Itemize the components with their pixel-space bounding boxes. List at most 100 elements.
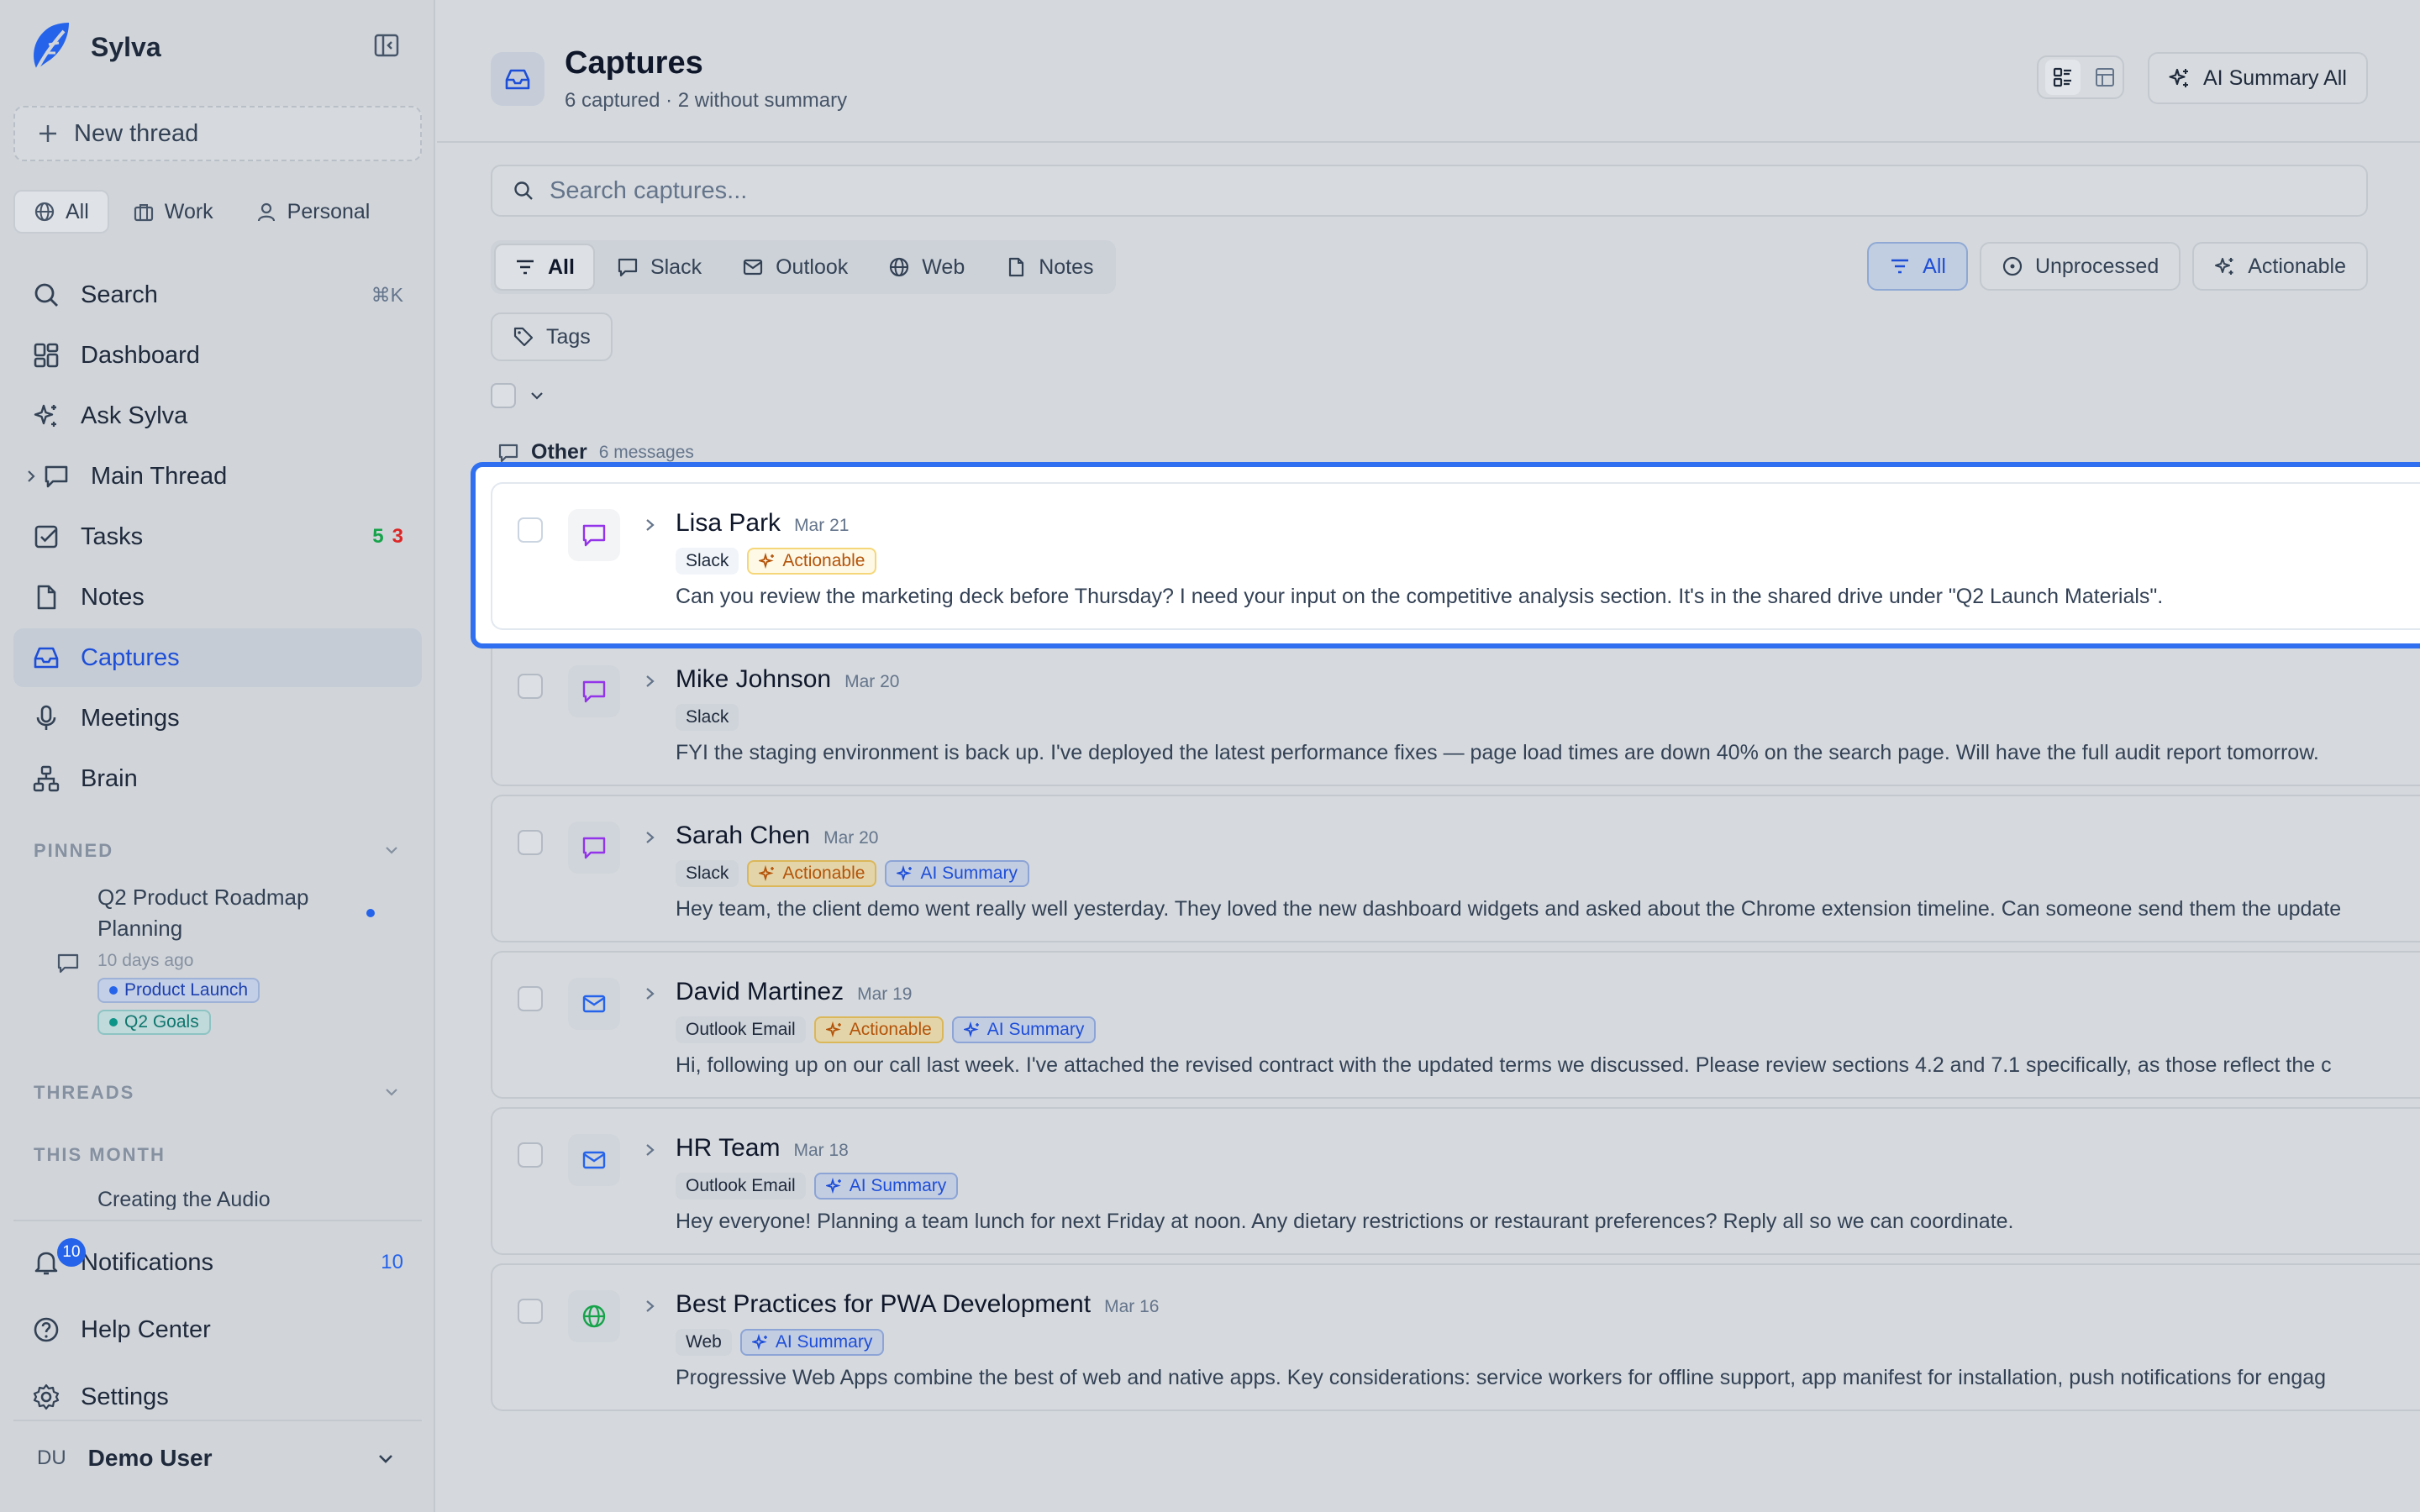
filter-source-web[interactable]: Web xyxy=(870,244,983,291)
tags-filter-button[interactable]: Tags xyxy=(491,312,613,361)
nav-help-center[interactable]: Help Center xyxy=(13,1297,422,1362)
scope-all[interactable]: All xyxy=(13,190,109,234)
select-all-checkbox[interactable] xyxy=(491,383,516,408)
ai-summary-badge: AI Summary xyxy=(739,1329,885,1356)
filter-state-actionable[interactable]: Actionable xyxy=(2192,242,2368,291)
list-item[interactable]: Best Practices for PWA Development Mar 16… xyxy=(491,1263,2420,1411)
tag-q2-goals[interactable]: Q2 Goals xyxy=(97,1010,211,1035)
filter-state-all[interactable]: All xyxy=(1867,242,1968,291)
scope-personal[interactable]: Personal xyxy=(237,190,389,234)
filter-source-slack[interactable]: Slack xyxy=(598,244,720,291)
bottom-nav: 10 Notifications 10 Help Center Settings xyxy=(13,1220,422,1431)
capture-badges: Outlook Email Actionable AI Summary xyxy=(676,1016,1097,1043)
nav-label: Notifications xyxy=(81,1248,213,1276)
filter-source-notes[interactable]: Notes xyxy=(986,244,1112,291)
filter-source-all[interactable]: All xyxy=(494,244,595,291)
nav-meetings[interactable]: Meetings xyxy=(13,689,422,748)
row-checkbox[interactable] xyxy=(518,517,543,543)
new-thread-button[interactable]: New thread xyxy=(13,106,422,161)
nav-label: Ask Sylva xyxy=(81,402,188,429)
chevron-right-icon[interactable] xyxy=(644,672,657,690)
capture-sender: Mike Johnson xyxy=(676,665,832,693)
user-menu[interactable]: DU Demo User xyxy=(13,1420,422,1495)
ai-summary-badge: AI Summary xyxy=(885,860,1029,887)
task-counts: 53 xyxy=(372,525,403,549)
nav-brain[interactable]: Brain xyxy=(13,749,422,808)
brand[interactable]: Sylva xyxy=(25,17,161,77)
list-item-focused[interactable]: Lisa Park Mar 21 Slack Actionable Can you… xyxy=(491,482,2420,630)
scope-switcher: All Work Personal xyxy=(13,190,422,237)
chevron-down-icon[interactable] xyxy=(528,386,546,405)
nav-dashboard[interactable]: Dashboard xyxy=(13,326,422,385)
chevron-right-icon[interactable] xyxy=(25,468,37,485)
user-name: Demo User xyxy=(87,1445,213,1471)
pinned-thread[interactable]: Q2 Product Roadmap Planning 10 days ago … xyxy=(55,882,408,1035)
chevron-right-icon[interactable] xyxy=(644,828,657,847)
row-checkbox[interactable] xyxy=(518,986,543,1011)
chevron-down-icon[interactable] xyxy=(381,840,402,860)
pinned-time: 10 days ago xyxy=(97,951,194,970)
nav-captures[interactable]: Captures xyxy=(13,628,422,687)
capture-badges: Slack Actionable xyxy=(676,548,877,575)
nav-notifications[interactable]: 10 Notifications 10 xyxy=(13,1230,422,1295)
search-bar xyxy=(491,165,2368,217)
nav-label: Settings xyxy=(81,1383,169,1410)
nav-notes[interactable]: Notes xyxy=(13,568,422,627)
row-checkbox[interactable] xyxy=(518,830,543,855)
chevron-down-icon[interactable] xyxy=(381,1082,402,1102)
capture-text: Hey team, the client demo went really we… xyxy=(676,897,2342,921)
sidebar-collapse-icon[interactable] xyxy=(373,32,403,59)
group-name: Other xyxy=(531,440,587,464)
table-view-icon[interactable] xyxy=(2094,66,2116,88)
chevron-right-icon[interactable] xyxy=(644,1141,657,1159)
ai-summary-all-button[interactable]: AI Summary All xyxy=(2148,52,2368,104)
scope-work[interactable]: Work xyxy=(114,190,232,234)
list-item[interactable]: Mike Johnson Mar 20 Slack FYI the staging… xyxy=(491,638,2420,786)
nav-ask-sylva[interactable]: Ask Sylva xyxy=(13,386,422,445)
chat-icon xyxy=(568,822,620,874)
source-badge: Slack xyxy=(676,860,739,887)
capture-date: Mar 16 xyxy=(1104,1297,1160,1316)
row-checkbox[interactable] xyxy=(518,674,543,699)
chevron-right-icon[interactable] xyxy=(644,984,657,1003)
nav-label: Tasks xyxy=(81,522,144,550)
chevron-right-icon[interactable] xyxy=(644,1297,657,1315)
capture-header: Mike Johnson Mar 20 xyxy=(676,665,899,694)
search-input[interactable] xyxy=(550,176,2062,205)
filter-state-unprocessed[interactable]: Unprocessed xyxy=(1979,242,2181,291)
capture-sender: HR Team xyxy=(676,1134,781,1162)
list-item[interactable]: David Martinez Mar 19 Outlook Email Actio… xyxy=(491,951,2420,1099)
list-view-icon[interactable] xyxy=(2045,60,2081,95)
notification-badge: 10 xyxy=(57,1238,86,1267)
unread-dot xyxy=(366,909,375,917)
chip-label: Notes xyxy=(1039,255,1094,279)
group-header[interactable]: Other 6 messages xyxy=(497,440,694,465)
list-item[interactable]: Sarah Chen Mar 20 Slack Actionable AI Sum… xyxy=(491,795,2420,942)
view-toggle xyxy=(2037,55,2124,99)
plus-icon xyxy=(37,123,59,144)
page-title: Captures xyxy=(565,45,703,81)
user-icon xyxy=(255,201,277,223)
sparkles-icon xyxy=(963,1021,981,1038)
nav-main-thread[interactable]: Main Thread xyxy=(13,447,422,506)
file-icon xyxy=(32,583,60,612)
row-checkbox[interactable] xyxy=(518,1142,543,1168)
capture-badges: Outlook Email AI Summary xyxy=(676,1173,959,1200)
capture-sender: David Martinez xyxy=(676,978,844,1005)
thread-item[interactable]: Creating the Audio xyxy=(97,1188,271,1210)
filter-source-outlook[interactable]: Outlook xyxy=(723,244,866,291)
state-filters: All Unprocessed Actionable xyxy=(1867,242,2368,291)
nav-search[interactable]: Search ⌘K xyxy=(13,265,422,324)
search-icon xyxy=(513,180,534,202)
chip-label: All xyxy=(1923,254,1946,278)
chip-label: Outlook xyxy=(776,255,849,279)
nav-label: Notes xyxy=(81,583,145,611)
tag-product-launch[interactable]: Product Launch xyxy=(97,978,260,1003)
list-item[interactable]: HR Team Mar 18 Outlook Email AI Summary H… xyxy=(491,1107,2420,1255)
nav-tasks[interactable]: Tasks 53 xyxy=(13,507,422,566)
chevron-right-icon[interactable] xyxy=(644,516,657,534)
tag-dot xyxy=(109,986,118,995)
notification-count: 10 xyxy=(381,1251,403,1273)
sparkles-icon xyxy=(759,865,776,882)
row-checkbox[interactable] xyxy=(518,1299,543,1324)
